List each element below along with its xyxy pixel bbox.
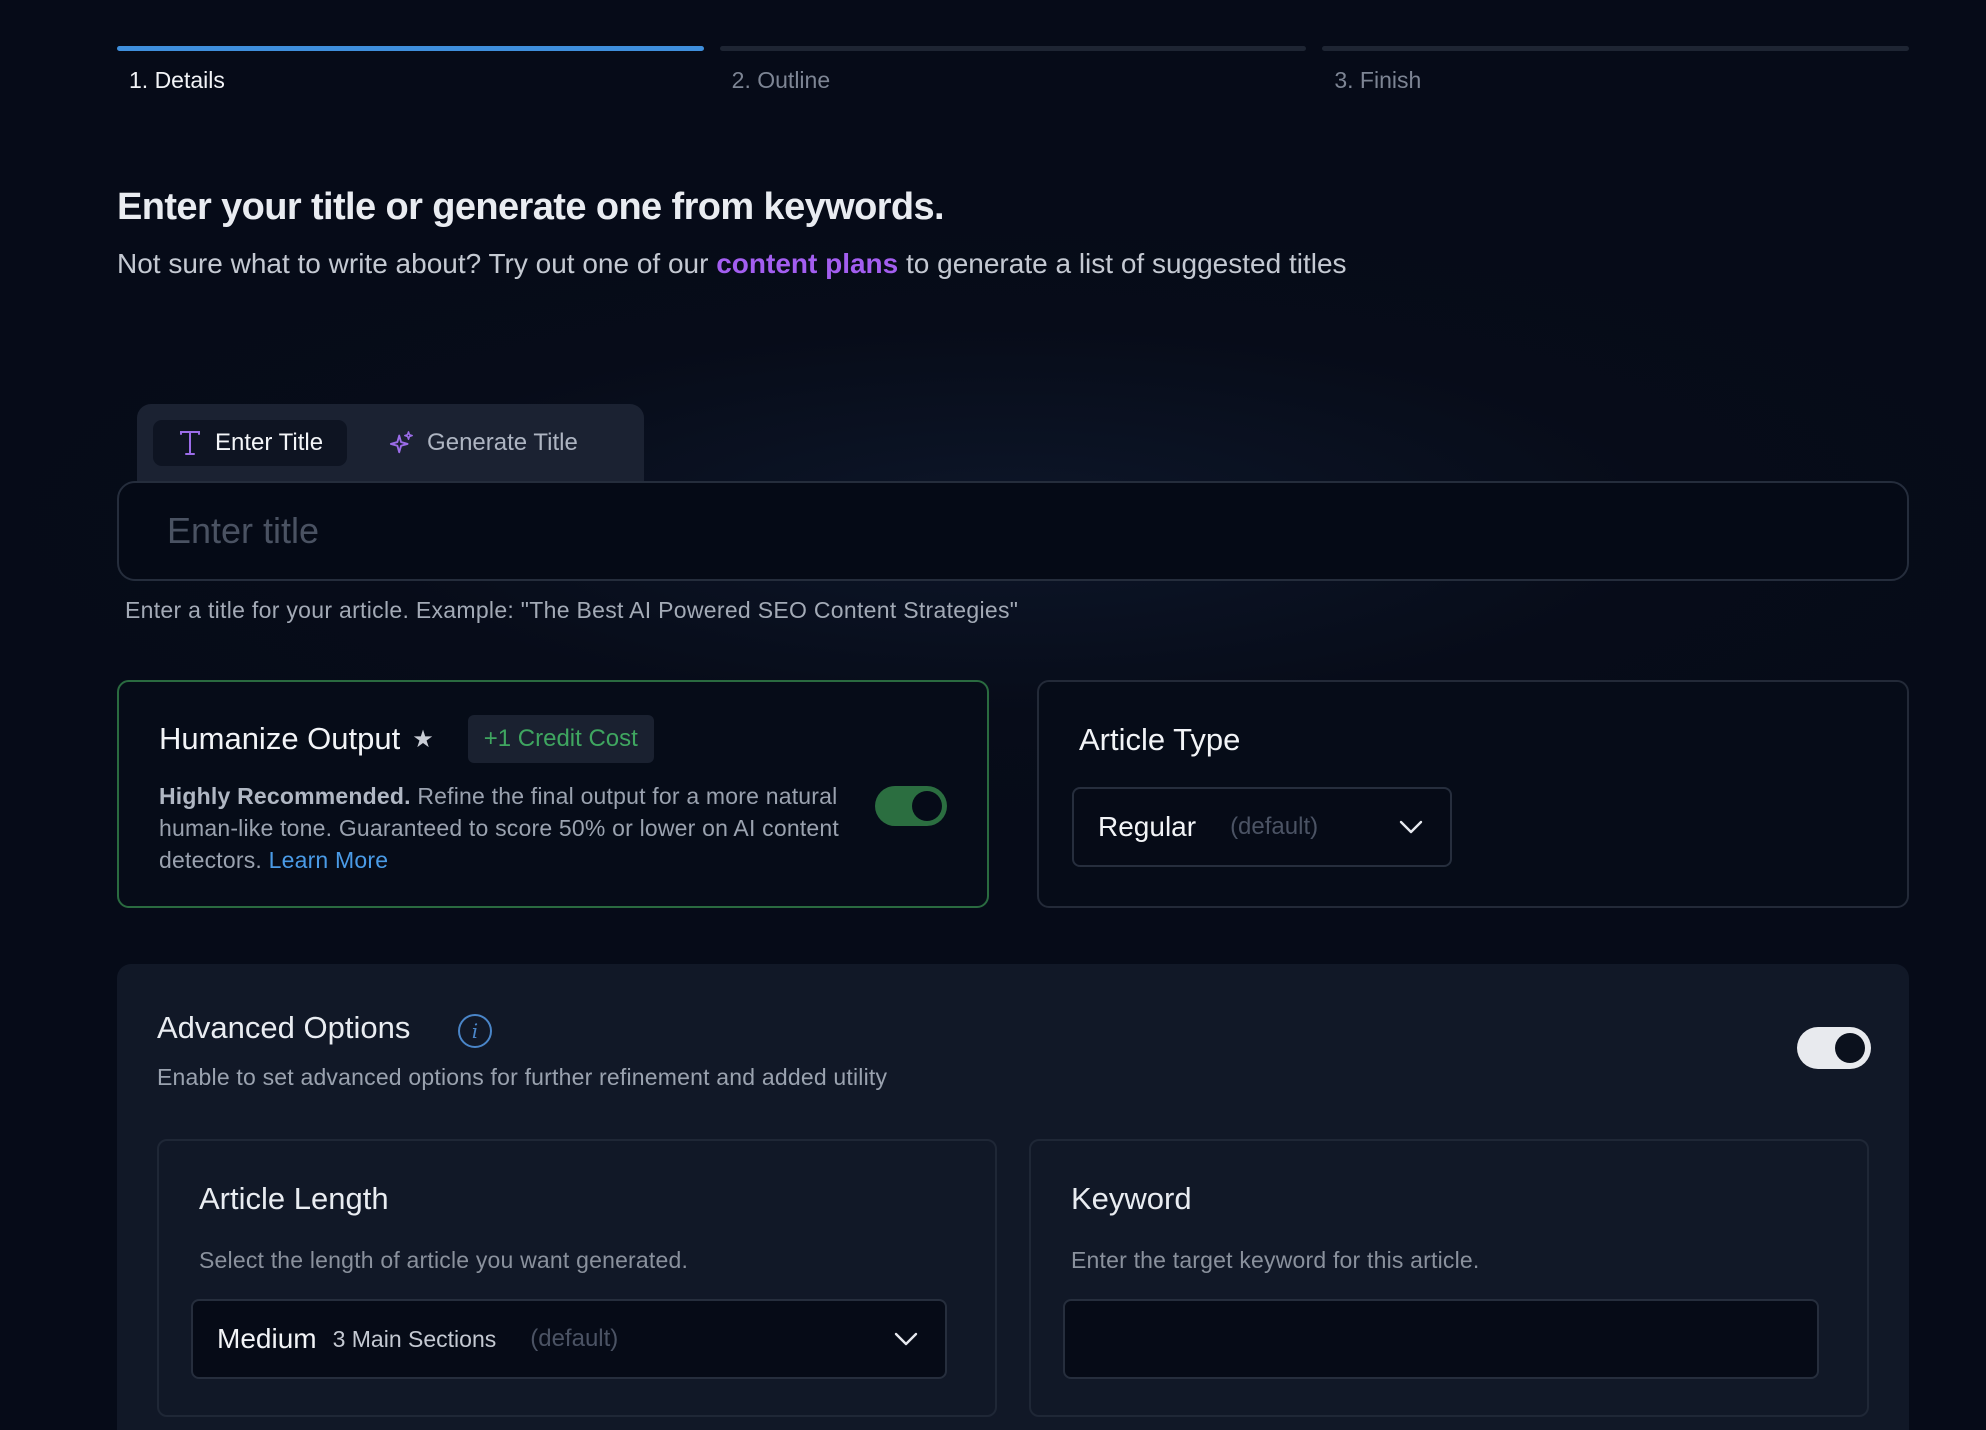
- title-mode-tabs: Enter Title Generate Title: [137, 404, 644, 482]
- step-label: 2. Outline: [731, 67, 831, 93]
- humanize-output-card: Humanize Output ★ +1 Credit Cost Highly …: [117, 680, 989, 908]
- article-length-title: Article Length: [199, 1181, 389, 1216]
- humanize-description: Highly Recommended. Refine the final out…: [159, 780, 839, 876]
- humanize-title: Humanize Output: [159, 721, 401, 756]
- tab-enter-title[interactable]: Enter Title: [153, 420, 348, 466]
- content-plans-link[interactable]: content plans: [716, 248, 898, 279]
- step-details[interactable]: 1. Details: [117, 46, 704, 94]
- step-progress-bar: [719, 46, 1307, 51]
- keyword-input[interactable]: [1063, 1299, 1819, 1379]
- tab-generate-title[interactable]: Generate Title: [365, 420, 602, 466]
- title-input[interactable]: [117, 481, 1909, 581]
- title-hint: Enter a title for your article. Example:…: [125, 597, 1019, 623]
- subtitle-suffix: to generate a list of suggested titles: [906, 248, 1347, 279]
- recommended-label: Highly Recommended.: [159, 783, 411, 809]
- keyword-desc: Enter the target keyword for this articl…: [1071, 1247, 1480, 1273]
- page-title: Enter your title or generate one from ke…: [117, 186, 945, 228]
- step-finish[interactable]: 3. Finish: [1322, 46, 1910, 94]
- selected-value: Medium: [217, 1323, 317, 1354]
- step-outline[interactable]: 2. Outline: [719, 46, 1307, 94]
- star-icon: ★: [412, 725, 434, 753]
- page-subtitle: Not sure what to write about? Try out on…: [117, 248, 1347, 280]
- keyword-card: Keyword Enter the target keyword for thi…: [1029, 1139, 1869, 1417]
- step-progress-bar: [117, 46, 704, 51]
- letter-t-icon: [177, 429, 203, 457]
- article-type-select[interactable]: Regular (default): [1072, 787, 1452, 867]
- subtitle-prefix: Not sure what to write about? Try out on…: [117, 248, 709, 279]
- credit-cost-badge: +1 Credit Cost: [467, 715, 654, 763]
- article-type-title: Article Type: [1079, 722, 1241, 757]
- page: 1. Details 2. Outline 3. Finish Enter yo…: [0, 0, 1986, 1430]
- chevron-down-icon: [1399, 820, 1423, 834]
- step-progress-bar: [1322, 46, 1910, 51]
- sparkles-icon: [389, 429, 415, 457]
- info-icon[interactable]: i: [458, 1014, 492, 1048]
- toggle-knob: [912, 791, 942, 821]
- article-length-desc: Select the length of article you want ge…: [199, 1247, 689, 1273]
- step-label: 1. Details: [129, 67, 225, 93]
- advanced-options-subtitle: Enable to set advanced options for furth…: [157, 1064, 888, 1090]
- advanced-options-panel: Advanced Options i Enable to set advance…: [117, 964, 1909, 1430]
- article-length-select[interactable]: Medium 3 Main Sections (default): [191, 1299, 947, 1379]
- sections-count: 3 Main Sections: [332, 1325, 497, 1352]
- chevron-down-icon: [894, 1332, 918, 1346]
- article-length-card: Article Length Select the length of arti…: [157, 1139, 997, 1417]
- article-type-card: Article Type Regular (default): [1037, 680, 1909, 908]
- learn-more-link[interactable]: Learn More: [269, 847, 389, 873]
- toggle-knob: [1835, 1033, 1865, 1063]
- stepper: 1. Details 2. Outline 3. Finish: [117, 46, 1910, 94]
- humanize-toggle[interactable]: [875, 786, 947, 826]
- advanced-options-title: Advanced Options: [157, 1010, 411, 1045]
- tab-label: Enter Title: [215, 429, 324, 456]
- tab-label: Generate Title: [427, 429, 578, 456]
- default-note: (default): [530, 1325, 619, 1352]
- advanced-options-toggle[interactable]: [1797, 1027, 1871, 1069]
- selected-value: Regular: [1098, 811, 1197, 842]
- humanize-title-row: Humanize Output ★ +1 Credit Cost: [159, 715, 654, 763]
- step-label: 3. Finish: [1334, 67, 1422, 93]
- default-note: (default): [1230, 813, 1319, 840]
- keyword-title: Keyword: [1071, 1181, 1192, 1216]
